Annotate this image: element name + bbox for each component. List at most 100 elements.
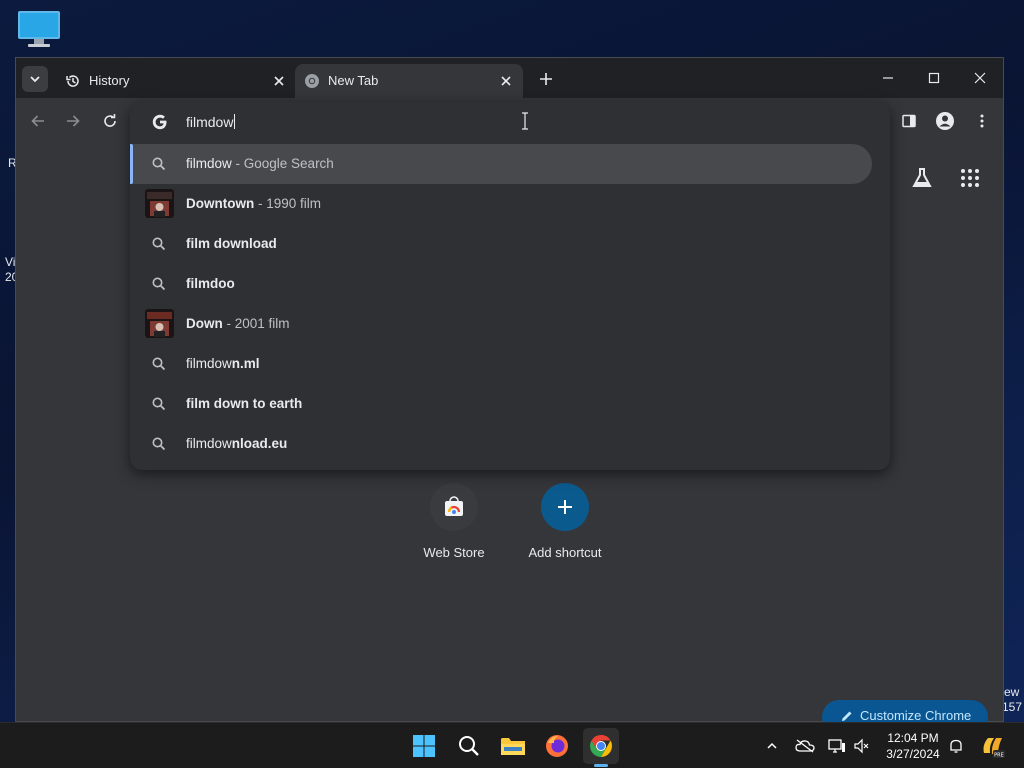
plus-icon [541, 483, 589, 531]
suggestion-list: filmdow - Google Search Downtown - 1990 f… [130, 144, 890, 464]
suggestion-text-part: filmdow [186, 356, 232, 371]
suggestion-search[interactable]: film download [130, 224, 890, 264]
maximize-icon [928, 72, 940, 84]
desktop-label-fragment: ew [1004, 685, 1020, 699]
side-panel-button[interactable] [897, 109, 921, 133]
suggestion-search[interactable]: filmdow - Google Search [130, 144, 872, 184]
shortcut-web-store[interactable]: Web Store [404, 483, 504, 560]
chrome-taskbar-button[interactable] [583, 728, 619, 764]
webstore-icon [430, 483, 478, 531]
network-icon [828, 739, 845, 753]
suggestion-text-part: Downtown [186, 196, 255, 211]
suggestion-text-part: - Google Search [231, 156, 334, 171]
chrome-window: History New Tab Web Store Add shortcut C… [15, 57, 1004, 734]
google-apps-button[interactable] [952, 160, 988, 196]
suggestion-entity[interactable]: Downtown - 1990 film [130, 184, 890, 224]
show-hidden-icons-button[interactable] [762, 736, 782, 756]
reload-icon [104, 114, 116, 127]
network-button[interactable] [827, 736, 847, 756]
movie-thumbnail-icon [145, 309, 174, 338]
shortcut-add[interactable]: Add shortcut [515, 483, 615, 560]
flask-icon [912, 168, 932, 187]
close-icon[interactable] [499, 74, 513, 88]
minimize-button[interactable] [873, 66, 903, 90]
search-icon [151, 236, 167, 252]
tab-history[interactable]: History [56, 64, 296, 98]
profile-avatar-icon [936, 112, 954, 130]
search-icon [151, 436, 167, 452]
suggestion-text-part: filmdow [186, 156, 232, 171]
suggestion-search[interactable]: film down to earth [130, 384, 890, 424]
suggestion-search[interactable]: filmdoo [130, 264, 890, 304]
tab-strip: History New Tab [16, 58, 1003, 98]
menu-button[interactable] [970, 109, 994, 133]
suggestion-text-part: - 2001 film [222, 316, 290, 331]
omnibox-dropdown: filmdow filmdow - Google Search Downtown … [130, 102, 890, 470]
suggestion-search[interactable]: filmdown.ml [130, 344, 890, 384]
suggestion-text: filmdownload.eu [186, 436, 287, 451]
taskbar: 12:04 PM 3/27/2024 PRE [0, 722, 1024, 768]
tab-title: History [89, 73, 130, 88]
firefox-button[interactable] [539, 728, 575, 764]
suggestion-text-part: nload.eu [231, 436, 288, 451]
suggestion-text-part: Down [186, 316, 223, 331]
suggestion-search[interactable]: filmdownload.eu [130, 424, 890, 464]
svg-text:PRE: PRE [994, 753, 1004, 759]
omnibox-input[interactable]: filmdow [130, 102, 890, 142]
volume-muted-icon [854, 738, 869, 754]
volume-button[interactable] [852, 736, 872, 756]
tab-search-button[interactable] [22, 66, 48, 92]
suggestion-text: filmdoo [186, 276, 235, 291]
apps-grid-icon [961, 169, 979, 187]
close-window-button[interactable] [965, 66, 995, 90]
suggestion-text-part: film down to earth [186, 396, 303, 411]
close-icon[interactable] [272, 74, 286, 88]
tab-title: New Tab [328, 73, 379, 88]
shortcut-label: Web Store [423, 545, 485, 560]
tab-new-tab[interactable]: New Tab [295, 64, 523, 98]
start-button[interactable] [406, 728, 442, 764]
profile-button[interactable] [933, 109, 957, 133]
back-button[interactable] [26, 109, 50, 133]
maximize-button[interactable] [919, 66, 949, 90]
plus-icon [540, 73, 552, 85]
reload-button[interactable] [98, 109, 122, 133]
windows-logo-icon [413, 735, 435, 757]
customize-label: Customize Chrome [860, 708, 972, 723]
labs-button[interactable] [904, 160, 940, 196]
suggestion-text-part: film download [186, 236, 277, 251]
cloud-offline-icon [795, 739, 815, 753]
search-icon [151, 356, 167, 372]
omnibox-text[interactable]: filmdow [186, 114, 236, 130]
copilot-button[interactable]: PRE [980, 733, 1006, 759]
side-panel-icon [902, 114, 916, 128]
new-tab-button[interactable] [534, 67, 558, 91]
google-g-icon [152, 114, 167, 130]
notifications-button[interactable] [946, 736, 966, 756]
onedrive-button[interactable] [795, 736, 815, 756]
suggestion-entity[interactable]: Down - 2001 film [130, 304, 890, 344]
taskbar-search-button[interactable] [451, 728, 487, 764]
suggestion-text: Down - 2001 film [186, 316, 290, 331]
pencil-icon [842, 711, 852, 721]
shortcut-label: Add shortcut [528, 545, 602, 560]
forward-button[interactable] [61, 109, 85, 133]
clock-time: 12:04 PM [887, 731, 939, 745]
search-icon [151, 156, 167, 172]
arrow-left-icon [31, 115, 44, 127]
search-icon [151, 396, 167, 412]
bell-icon [950, 739, 962, 753]
more-vert-icon [980, 114, 984, 128]
arrow-right-icon [67, 115, 80, 127]
suggestion-text: film download [186, 236, 277, 251]
search-icon [151, 276, 167, 292]
suggestion-text-part: - 1990 film [254, 196, 322, 211]
ibeam-cursor-icon [522, 112, 528, 130]
suggestion-text-part: filmdoo [186, 276, 235, 291]
file-explorer-button[interactable] [495, 728, 531, 764]
this-pc-desktop-icon[interactable] [16, 8, 62, 50]
suggestion-text: film down to earth [186, 396, 302, 411]
close-icon [974, 72, 986, 84]
firefox-icon [546, 735, 568, 757]
clock[interactable]: 12:04 PM 3/27/2024 [878, 730, 948, 762]
